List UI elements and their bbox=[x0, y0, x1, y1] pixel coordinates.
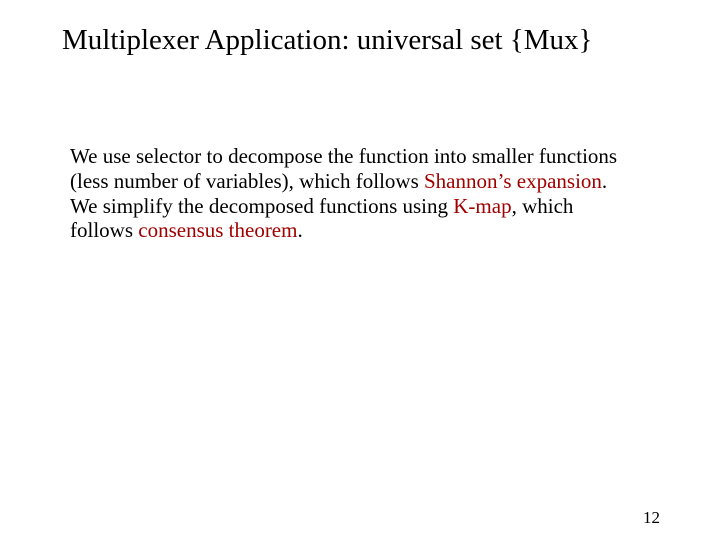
body-seg-2: . bbox=[602, 169, 607, 193]
body-seg-5: . bbox=[297, 218, 302, 242]
consensus-term: consensus theorem bbox=[138, 218, 297, 242]
kmap-term: K-map bbox=[453, 194, 511, 218]
shannon-term: Shannon’s expansion bbox=[424, 169, 602, 193]
slide: Multiplexer Application: universal set {… bbox=[0, 0, 720, 540]
body-seg-3: We simplify the decomposed functions usi… bbox=[70, 194, 453, 218]
slide-title: Multiplexer Application: universal set {… bbox=[62, 24, 680, 57]
body-text: We use selector to decompose the functio… bbox=[70, 144, 630, 243]
page-number: 12 bbox=[643, 508, 660, 528]
